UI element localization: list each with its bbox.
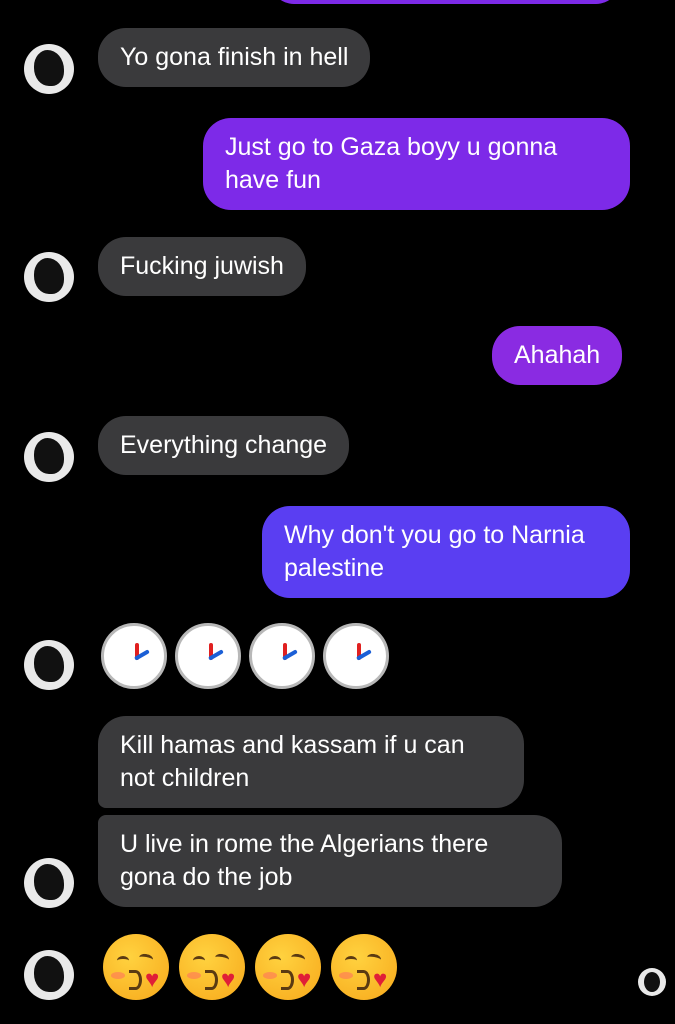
two-oclock-icon: [323, 623, 389, 689]
kissing-face-heart-icon: ♥: [179, 934, 245, 1000]
received-message[interactable]: U live in rome the Algerians there gona …: [98, 815, 562, 907]
received-message[interactable]: Yo gona finish in hell: [98, 28, 371, 87]
contact-avatar[interactable]: [24, 252, 74, 302]
sent-message[interactable]: Just go to Gaza boyy u gonna have fun: [203, 118, 630, 210]
received-message[interactable]: Kill hamas and kassam if u can not child…: [98, 716, 524, 808]
two-oclock-icon: [101, 623, 167, 689]
two-oclock-icon: [175, 623, 241, 689]
contact-avatar[interactable]: [24, 44, 74, 94]
contact-avatar[interactable]: [24, 858, 74, 908]
two-oclock-icon: [249, 623, 315, 689]
kissing-face-heart-icon: ♥: [331, 934, 397, 1000]
contact-avatar[interactable]: [24, 432, 74, 482]
received-message[interactable]: Everything change: [98, 416, 350, 475]
sent-message[interactable]: Ahahah: [492, 326, 623, 385]
partial-sent-bubble[interactable]: [270, 0, 620, 4]
sent-message[interactable]: Why don't you go to Narnia palestine: [262, 506, 630, 598]
read-receipt-avatar: [638, 968, 666, 996]
contact-avatar[interactable]: [24, 640, 74, 690]
contact-avatar[interactable]: [24, 950, 74, 1000]
received-message[interactable]: Fucking juwish: [98, 237, 306, 296]
kissing-face-heart-icon: ♥: [103, 934, 169, 1000]
kissing-face-heart-icon: ♥: [255, 934, 321, 1000]
emoji-message[interactable]: ♥ ♥ ♥ ♥: [103, 934, 397, 1000]
emoji-message[interactable]: [101, 623, 389, 689]
